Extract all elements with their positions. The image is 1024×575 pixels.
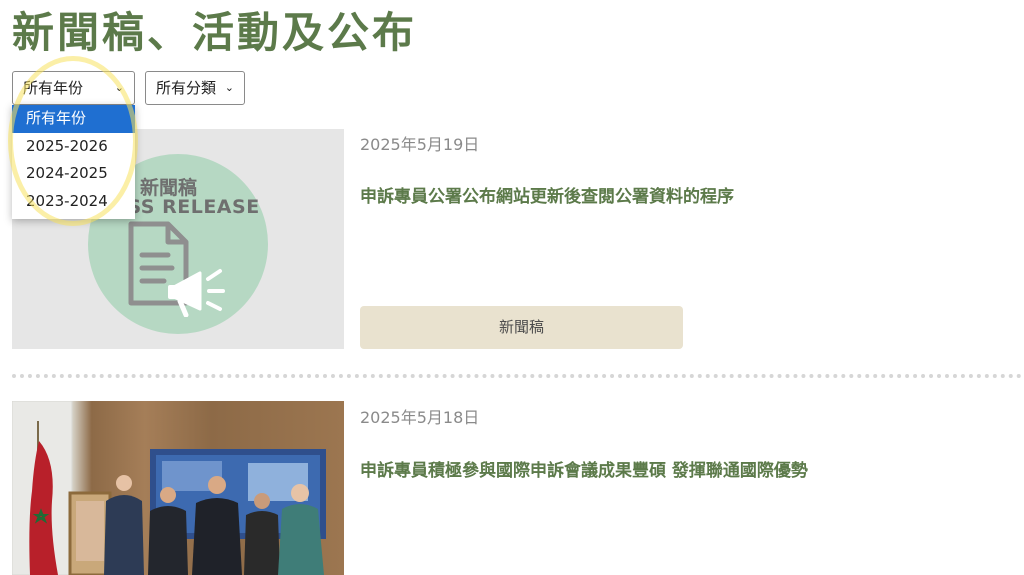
- thumbnail-subtitle: ESS RELEASE: [114, 196, 260, 218]
- article-title-link[interactable]: 申訴專員公署公布網站更新後查閱公署資料的程序: [360, 182, 734, 207]
- category-tag-button[interactable]: 新聞稿: [360, 306, 683, 349]
- year-filter-value: 所有年份: [23, 79, 84, 97]
- year-option-2024-2025[interactable]: 2024-2025: [12, 160, 135, 188]
- group-photo-image: [12, 401, 326, 575]
- year-option-2025-2026[interactable]: 2025-2026: [12, 133, 135, 161]
- article-date: 2025年5月18日: [360, 408, 480, 427]
- chevron-down-icon: ⌄: [114, 81, 124, 94]
- year-filter-select[interactable]: 所有年份 ⌄: [12, 71, 135, 105]
- press-release-icon: [128, 221, 225, 317]
- chevron-down-icon: ⌄: [224, 81, 234, 94]
- category-filter-value: 所有分類: [156, 79, 217, 97]
- year-option-all[interactable]: 所有年份: [12, 105, 135, 133]
- article-photo[interactable]: [12, 401, 344, 575]
- category-filter-select[interactable]: 所有分類 ⌄: [145, 71, 245, 105]
- article-title-link[interactable]: 申訴專員積極參與國際申訴會議成果豐碩 發揮聯通國際優勢: [360, 456, 808, 481]
- page-title: 新聞稿、活動及公布: [12, 8, 418, 57]
- article-divider: [12, 374, 1022, 378]
- article-date: 2025年5月19日: [360, 135, 480, 154]
- year-option-2023-2024[interactable]: 2023-2024: [12, 188, 135, 216]
- year-dropdown-list: 所有年份 2025-2026 2024-2025 2023-2024: [12, 105, 135, 219]
